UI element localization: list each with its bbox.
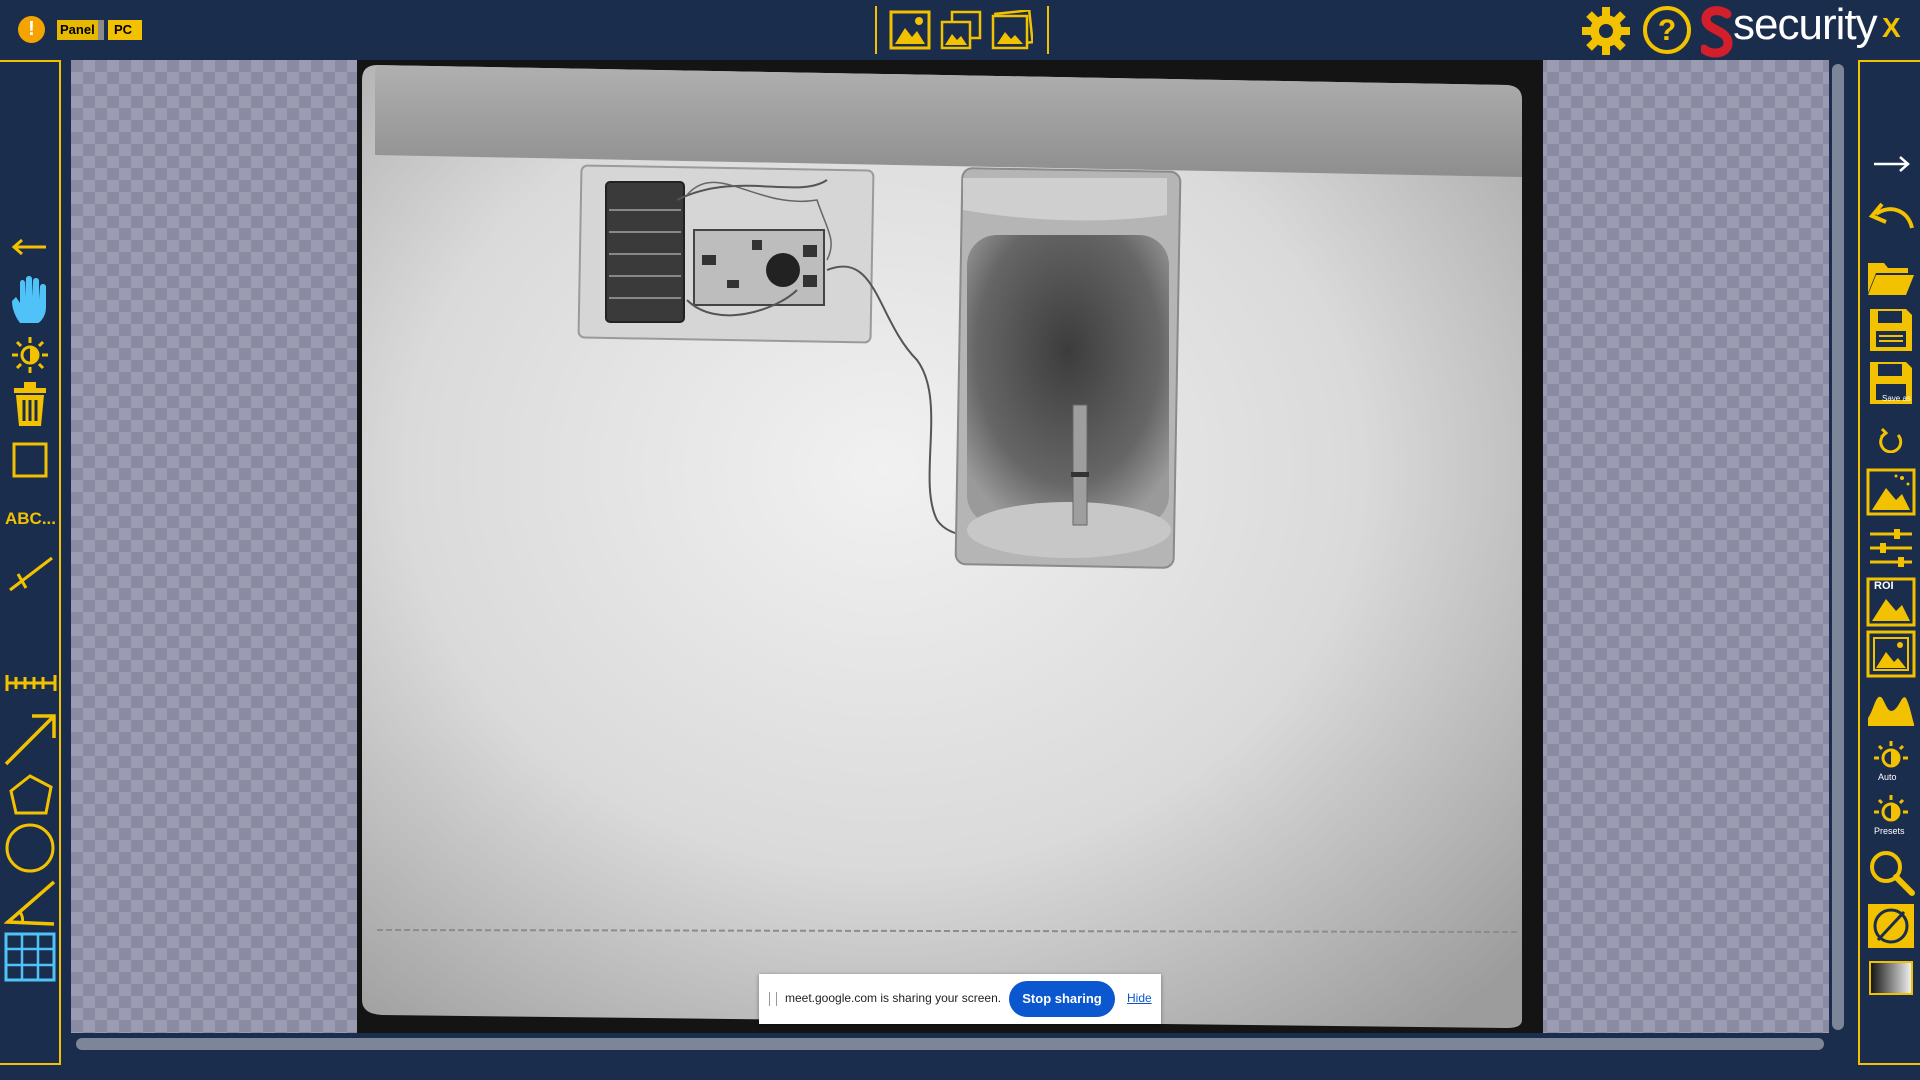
roi-button[interactable]: ROI [1866, 577, 1916, 627]
image-enhance-icon[interactable] [1866, 468, 1916, 516]
forward-arrow-icon[interactable] [1870, 154, 1912, 174]
hide-link[interactable]: Hide [1127, 991, 1152, 1005]
right-toolbar: Save as ROI Auto Presets [1858, 60, 1920, 1065]
logo-s-icon [1701, 6, 1733, 58]
back-arrow-icon[interactable] [10, 237, 50, 257]
stop-sharing-button[interactable]: Stop sharing [1009, 981, 1115, 1017]
auto-label: Auto [1878, 772, 1897, 782]
image-stack-icon[interactable] [991, 10, 1033, 50]
histogram-icon[interactable] [1866, 688, 1916, 728]
warning-icon[interactable]: ! [18, 16, 45, 43]
toolbar-separator [1047, 6, 1049, 54]
auto-brightness-button[interactable]: Auto [1868, 740, 1914, 786]
brightness-icon[interactable] [10, 335, 50, 375]
toolbar-separator [875, 6, 877, 54]
ellipse-icon[interactable] [4, 822, 56, 874]
svg-text:?: ? [1658, 14, 1676, 47]
help-icon[interactable]: ? [1642, 5, 1692, 55]
rotate-icon[interactable] [1878, 427, 1904, 453]
save-icon[interactable] [1868, 307, 1914, 353]
save-as-button[interactable]: Save as [1868, 360, 1914, 410]
invert-icon[interactable] [1866, 902, 1916, 950]
polygon-icon[interactable] [8, 773, 54, 819]
presets-brightness-button[interactable]: Presets [1868, 794, 1914, 840]
grid-icon[interactable] [4, 932, 56, 982]
arrow-draw-icon[interactable] [4, 712, 58, 766]
top-bar: ! Panel PC ? security X [0, 0, 1920, 60]
images-compare-icon[interactable] [940, 10, 982, 50]
sliders-icon[interactable] [1866, 528, 1916, 568]
angle-icon[interactable] [4, 878, 56, 928]
undo-icon[interactable] [1866, 200, 1916, 234]
gradient-icon[interactable] [1868, 960, 1914, 996]
save-as-label: Save as [1882, 394, 1911, 403]
xray-image-render [362, 65, 1522, 1028]
pc-badge[interactable]: PC [108, 20, 143, 40]
logo-text: security [1733, 0, 1878, 49]
text-tool[interactable]: ABC... [5, 509, 56, 529]
open-folder-icon[interactable] [1866, 257, 1916, 297]
roi-label: ROI [1874, 580, 1894, 592]
close-button[interactable]: X [1882, 12, 1901, 44]
rectangle-icon[interactable] [12, 442, 48, 478]
horizontal-scrollbar[interactable] [76, 1038, 1824, 1050]
trash-icon[interactable] [10, 380, 50, 428]
zoom-icon[interactable] [1866, 847, 1916, 897]
gear-icon[interactable] [1580, 5, 1632, 57]
image-icon[interactable] [889, 10, 931, 50]
presets-label: Presets [1874, 826, 1905, 836]
drag-handle[interactable] [769, 992, 777, 1006]
image-frame-icon[interactable] [1866, 630, 1916, 678]
panel-badge[interactable]: Panel [57, 20, 104, 40]
ruler-icon[interactable] [4, 673, 58, 693]
xray-image[interactable] [357, 60, 1543, 1033]
share-message: meet.google.com is sharing your screen. [785, 991, 1002, 1005]
left-toolbar: ABC... [0, 60, 61, 1065]
screen-share-bar: meet.google.com is sharing your screen. … [759, 974, 1161, 1024]
vertical-scrollbar[interactable] [1832, 64, 1844, 1030]
line-measure-icon[interactable] [8, 554, 54, 594]
hand-pan-icon[interactable] [8, 275, 52, 325]
